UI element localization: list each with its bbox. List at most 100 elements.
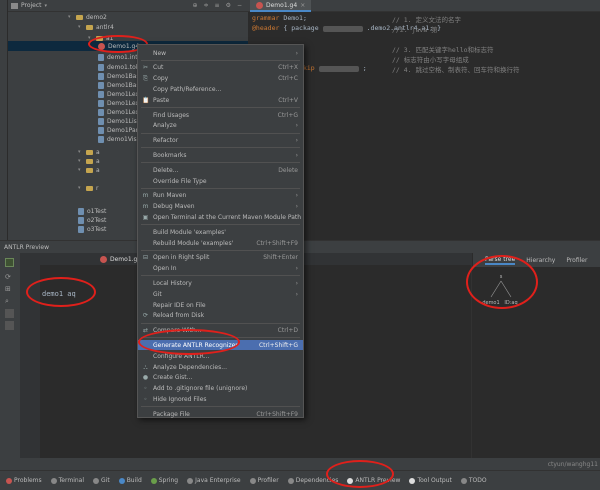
tool-window-button[interactable]: Java Enterprise (187, 477, 241, 484)
menu-item[interactable]: Refactor › (138, 136, 303, 146)
editor-tab-label: Demo1.g4 (266, 1, 298, 9)
menu-item[interactable]: ✂ Cut Ctrl+X (138, 63, 303, 73)
input-tab-label[interactable]: Demo1.g (110, 256, 137, 263)
gear-icon[interactable]: ⚙ (226, 2, 231, 9)
tool-window-button[interactable]: Spring (150, 477, 178, 484)
menu-item[interactable]: Copy Path/Reference... (138, 84, 303, 94)
menu-item[interactable]: ▣ Open Terminal at the Current Maven Modu… (138, 212, 303, 222)
menu-item[interactable]: 📋 Paste Ctrl+V (138, 95, 303, 105)
reload-icon: ⟳ (142, 312, 149, 320)
menu-item-label: Git (153, 290, 162, 298)
tree-item[interactable]: ▾ demo2 (8, 12, 248, 22)
tool-window-button[interactable]: Build (118, 477, 142, 484)
chevron-down-icon[interactable]: ▾ (78, 24, 83, 30)
menu-item[interactable]: ⟳ Reload from Disk (138, 311, 303, 321)
menu-item[interactable]: ⎘ Copy Ctrl+C (138, 74, 303, 84)
menu-item[interactable]: ● Create Gist... (138, 373, 303, 383)
locate-icon[interactable]: ⊕ (192, 2, 197, 9)
project-title[interactable]: Project (21, 2, 42, 9)
menu-separator (141, 224, 300, 226)
chevron-down-icon[interactable]: ▾ (78, 158, 83, 164)
menu-item[interactable]: Delete... Delete (138, 165, 303, 175)
menu-item[interactable]: Rebuild Module 'examples' Ctrl+Shift+F9 (138, 238, 303, 248)
file-icon (98, 135, 104, 143)
project-header: Project ▾ ⊕ ≑ ≡ ⚙ − (8, 0, 248, 12)
menu-item[interactable]: m Debug Maven › (138, 202, 303, 212)
export-icon[interactable] (5, 321, 14, 330)
menu-item-shortcut: Ctrl+Shift+F9 (256, 410, 298, 418)
chevron-down-icon[interactable]: ▾ (68, 14, 73, 20)
chevron-down-icon[interactable]: ▾ (78, 149, 83, 155)
file-icon (78, 207, 84, 215)
menu-item[interactable]: m Run Maven › (138, 191, 303, 201)
chevron-down-icon[interactable]: ▾ (78, 167, 83, 173)
tree-item[interactable]: ▾ antlr4 (8, 22, 248, 32)
menu-item[interactable]: Git › (138, 289, 303, 299)
tool-window-button[interactable]: Profiler (249, 477, 279, 484)
menu-item[interactable]: ⊟ Open in Right Split Shift+Enter (138, 253, 303, 263)
menu-item-label: Create Gist... (153, 374, 193, 382)
menu-item-label: Bookmarks (153, 151, 187, 159)
tree-item-label: demo1Visi (107, 135, 139, 143)
tool-window-button[interactable]: Problems (6, 477, 42, 484)
code-token: Demo1; (283, 14, 307, 22)
folder-icon (86, 24, 93, 30)
menu-item[interactable]: ⛬ Analyze Dependencies... (138, 362, 303, 372)
tab-profiler[interactable]: Profiler (566, 257, 587, 264)
copy-icon: ⎘ (143, 75, 148, 83)
menu-item[interactable]: Repair IDE on File (138, 300, 303, 310)
tool-window-button[interactable]: TODO (460, 477, 487, 484)
tool-window-label: Git (101, 477, 110, 484)
menu-item[interactable]: Open In › (138, 264, 303, 274)
menu-item[interactable]: ◦ Add to .gitignore file (unignore) (138, 384, 303, 394)
chevron-down-icon[interactable]: ▾ (78, 185, 83, 191)
menu-item[interactable]: New › (138, 48, 303, 58)
filter-icon[interactable] (5, 309, 14, 318)
file-icon (98, 126, 104, 134)
run-icon[interactable] (5, 258, 14, 267)
menu-separator (141, 249, 300, 251)
tab-hierarchy[interactable]: Hierarchy (526, 257, 555, 264)
annotation-ellipse-antlr-preview (326, 460, 394, 488)
project-toolbar: ⊕ ≑ ≡ ⚙ − (192, 2, 242, 9)
close-icon[interactable]: × (300, 2, 305, 9)
menu-item-shortcut: Ctrl+G (277, 111, 298, 119)
menu-item[interactable]: Analyze › (138, 121, 303, 131)
code-comment: // 3. 匹配关键字hello和标志符 (392, 46, 494, 54)
menu-item-label: Package File (153, 410, 190, 418)
code-line: @header{ package .demo2.antlr4.a1; }//2. … (252, 24, 441, 34)
menu-item-label: Open in Right Split (153, 254, 210, 262)
hierarchy-icon[interactable]: ⊞ (5, 285, 14, 294)
file-icon (98, 72, 104, 80)
expand-icon[interactable]: ≡ (215, 2, 220, 9)
tool-window-button[interactable]: Tool Output (409, 477, 452, 484)
minimize-icon[interactable]: − (237, 2, 242, 9)
menu-item[interactable]: Package File Ctrl+Shift+F9 (138, 409, 303, 419)
editor-tab[interactable]: Demo1.g4 × (250, 0, 312, 12)
parse-tree-panel: Parse tree Hierarchy Profiler s demo1 ID… (466, 253, 600, 458)
build-icon (118, 477, 125, 484)
antlr-icon (409, 477, 416, 484)
menu-item[interactable]: Override File Type (138, 176, 303, 186)
tool-window-button[interactable]: Git (93, 477, 110, 484)
terminal-icon: ▣ (142, 213, 149, 221)
menu-item[interactable]: Build Module 'examples' (138, 227, 303, 237)
menu-item-label: New (153, 49, 167, 57)
code-token: { package (283, 24, 319, 32)
menu-item-label: Copy (153, 75, 169, 83)
collapse-icon[interactable]: ≑ (204, 2, 209, 9)
menu-item-label: Build Module 'examples' (153, 228, 226, 236)
menu-item[interactable]: Local History › (138, 278, 303, 288)
menu-item[interactable]: Bookmarks › (138, 150, 303, 160)
refresh-icon[interactable]: ⟳ (5, 273, 14, 282)
menu-item-label: Refactor (153, 137, 179, 145)
dropdown-chevron-icon[interactable]: ▾ (45, 3, 48, 9)
menu-item[interactable]: ◦ Hide Ignored Files (138, 394, 303, 404)
menu-item[interactable]: Find Usages Ctrl+G (138, 110, 303, 120)
menu-item-shortcut: Ctrl+V (278, 96, 298, 104)
folder-icon (11, 2, 18, 9)
tool-window-button[interactable]: Terminal (50, 477, 84, 484)
profiler-icon (249, 477, 256, 484)
search-icon[interactable]: ⌕ (5, 297, 14, 306)
tree-item-label: a (96, 148, 100, 156)
